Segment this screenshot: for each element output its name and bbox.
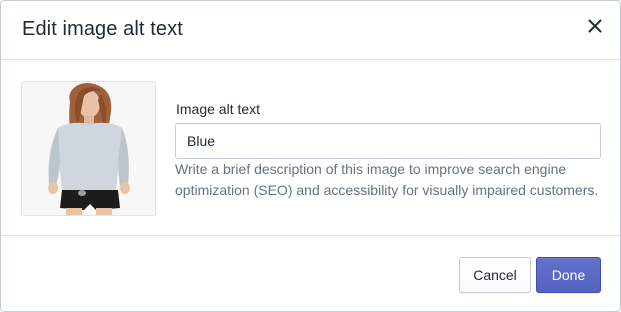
cancel-button[interactable]: Cancel [459,257,531,293]
dialog-body: Image alt text Write a brief description… [1,61,620,236]
product-photo [22,82,155,215]
done-button[interactable]: Done [536,257,601,293]
dialog-title: Edit image alt text [22,18,183,40]
close-icon [588,19,602,33]
edit-alt-text-dialog: Edit image alt text Image alt text Blue … [0,0,621,312]
dialog-header: Edit image alt text [1,1,620,60]
close-button[interactable] [584,15,606,37]
alt-text-input[interactable] [175,123,601,159]
dialog-footer: Cancel Done [1,237,620,312]
alt-text-label: Image alt text [176,101,261,117]
alt-text-help: Write a brief description of this image … [175,161,599,198]
product-image-thumbnail [21,81,156,216]
